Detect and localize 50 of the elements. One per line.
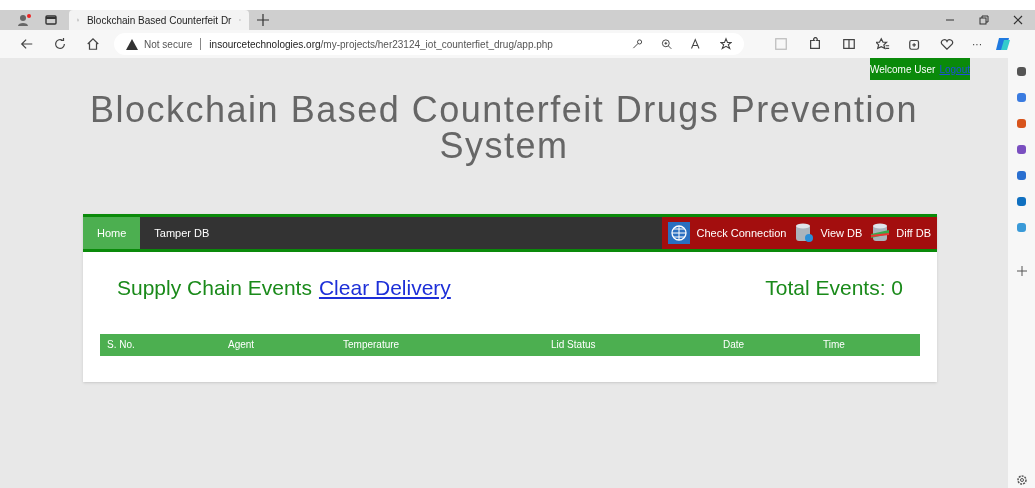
- more-button[interactable]: ···: [972, 36, 982, 52]
- nav-tab[interactable]: Tamper DB: [140, 217, 224, 249]
- database-icon: [794, 222, 815, 244]
- column-header: Time: [823, 338, 846, 352]
- settings-icon[interactable]: [1015, 474, 1028, 486]
- address-bar[interactable]: Not secure insourcetechnologies.org/my-projects/her23124_iot_counterfiet_drug/app.php: [114, 33, 744, 55]
- sidebar-app-icon[interactable]: [1016, 66, 1027, 77]
- database-icon: [870, 222, 891, 244]
- collections-icon[interactable]: [908, 37, 922, 51]
- zoom-icon[interactable]: [661, 37, 672, 51]
- copilot-icon[interactable]: [996, 36, 1012, 52]
- globe-icon: [668, 222, 691, 244]
- sidebar-app-icon[interactable]: [1016, 118, 1027, 129]
- restore-icon[interactable]: [979, 15, 989, 25]
- tabs-icon[interactable]: [45, 15, 57, 25]
- security-label: Not secure: [144, 37, 193, 52]
- plus-icon[interactable]: [1016, 266, 1027, 276]
- sidebar-app-icon[interactable]: [1016, 170, 1027, 181]
- column-header: S. No.: [107, 338, 136, 352]
- column-header: Lid Status: [551, 338, 597, 352]
- home-icon[interactable]: [86, 37, 100, 51]
- nav-action[interactable]: View DB: [820, 224, 863, 242]
- column-header: Agent: [228, 338, 256, 352]
- nav-action[interactable]: Diff DB: [896, 224, 931, 242]
- back-icon[interactable]: [20, 37, 34, 51]
- sidebar-app-icon[interactable]: [1016, 92, 1027, 103]
- plus-icon[interactable]: [257, 14, 269, 26]
- sidebar-app-icon[interactable]: [1016, 144, 1027, 155]
- tab-title: Blockchain Based Counterfeit Dr: [86, 13, 232, 28]
- total-events: Total Events: 0: [765, 275, 903, 301]
- nav-action[interactable]: Check Connection: [696, 224, 787, 242]
- browser-tab[interactable]: Blockchain Based Counterfeit Dr: [69, 10, 249, 30]
- profile-icon[interactable]: [17, 14, 31, 26]
- split-screen-icon[interactable]: [842, 37, 856, 51]
- welcome-text: Welcome User: [870, 62, 936, 77]
- heart-icon[interactable]: [940, 37, 954, 51]
- url-path: /my-projects/her23124_iot_counterfiet_drug/app.php: [320, 37, 553, 52]
- column-header: Date: [723, 338, 746, 352]
- sidebar-app-icon[interactable]: [1016, 222, 1027, 233]
- clear-delivery-link[interactable]: Clear Delivery: [318, 272, 451, 304]
- read-aloud-icon[interactable]: [690, 37, 702, 51]
- url-domain: insourcetechnologies.org: [209, 37, 321, 52]
- favorites-icon[interactable]: [876, 37, 890, 51]
- section-heading: Supply Chain Events: [117, 275, 312, 301]
- star-icon[interactable]: [720, 37, 732, 51]
- page-title: Blockchain Based Counterfeit Drugs Prevention System: [89, 92, 919, 164]
- sidebar-app-icon[interactable]: [1016, 196, 1027, 207]
- refresh-icon[interactable]: [53, 37, 67, 51]
- warning-icon: [126, 38, 138, 50]
- column-header: Temperature: [343, 338, 401, 352]
